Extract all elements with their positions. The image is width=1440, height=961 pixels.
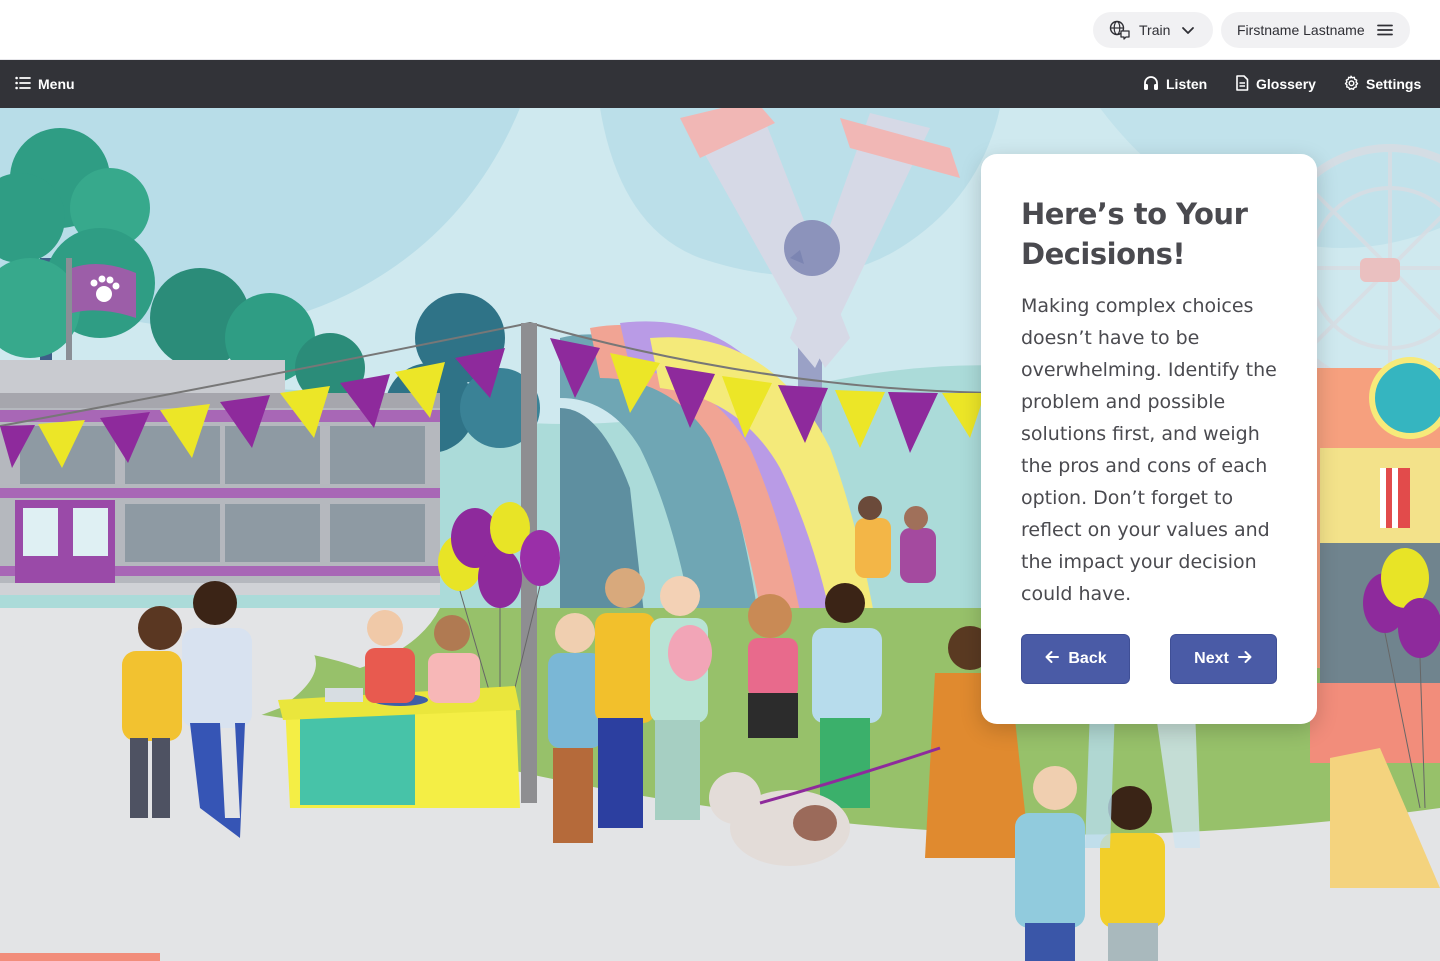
dialog-title: Here’s to Your Decisions!	[1021, 197, 1248, 271]
globe-chat-icon	[1109, 20, 1131, 40]
headphones-icon	[1143, 75, 1159, 94]
listen-label: Listen	[1166, 76, 1208, 92]
glossary-button[interactable]: Glossery	[1235, 60, 1316, 108]
menu-button[interactable]: Menu	[15, 60, 75, 108]
user-name: Firstname Lastname	[1237, 22, 1365, 38]
course-navbar: Menu Listen Glossery Settings	[0, 60, 1440, 108]
train-dropdown[interactable]: Train	[1093, 12, 1213, 48]
decision-dialog: Here’s to Your Decisions! Making complex…	[981, 154, 1317, 724]
list-icon	[15, 76, 31, 93]
user-menu-button[interactable]: Firstname Lastname	[1221, 12, 1410, 48]
train-label: Train	[1139, 22, 1171, 38]
next-button[interactable]: Next	[1170, 634, 1277, 684]
listen-button[interactable]: Listen	[1143, 60, 1207, 108]
hamburger-icon	[1376, 21, 1394, 42]
back-label: Back	[1068, 650, 1107, 667]
gear-icon	[1343, 75, 1359, 94]
menu-label: Menu	[38, 76, 75, 92]
chevron-down-icon	[1179, 21, 1197, 42]
settings-label: Settings	[1366, 76, 1422, 92]
settings-button[interactable]: Settings	[1343, 60, 1421, 108]
top-header: Train Firstname Lastname	[0, 0, 1440, 60]
info-table	[278, 686, 520, 808]
glossary-label: Glossery	[1256, 76, 1316, 92]
next-label: Next	[1194, 650, 1229, 667]
arrow-right-icon	[1237, 649, 1253, 670]
arrow-left-icon	[1044, 649, 1060, 670]
document-icon	[1235, 74, 1249, 94]
back-button[interactable]: Back	[1021, 634, 1130, 684]
dialog-body: Making complex choices doesn’t have to b…	[1021, 295, 1277, 605]
